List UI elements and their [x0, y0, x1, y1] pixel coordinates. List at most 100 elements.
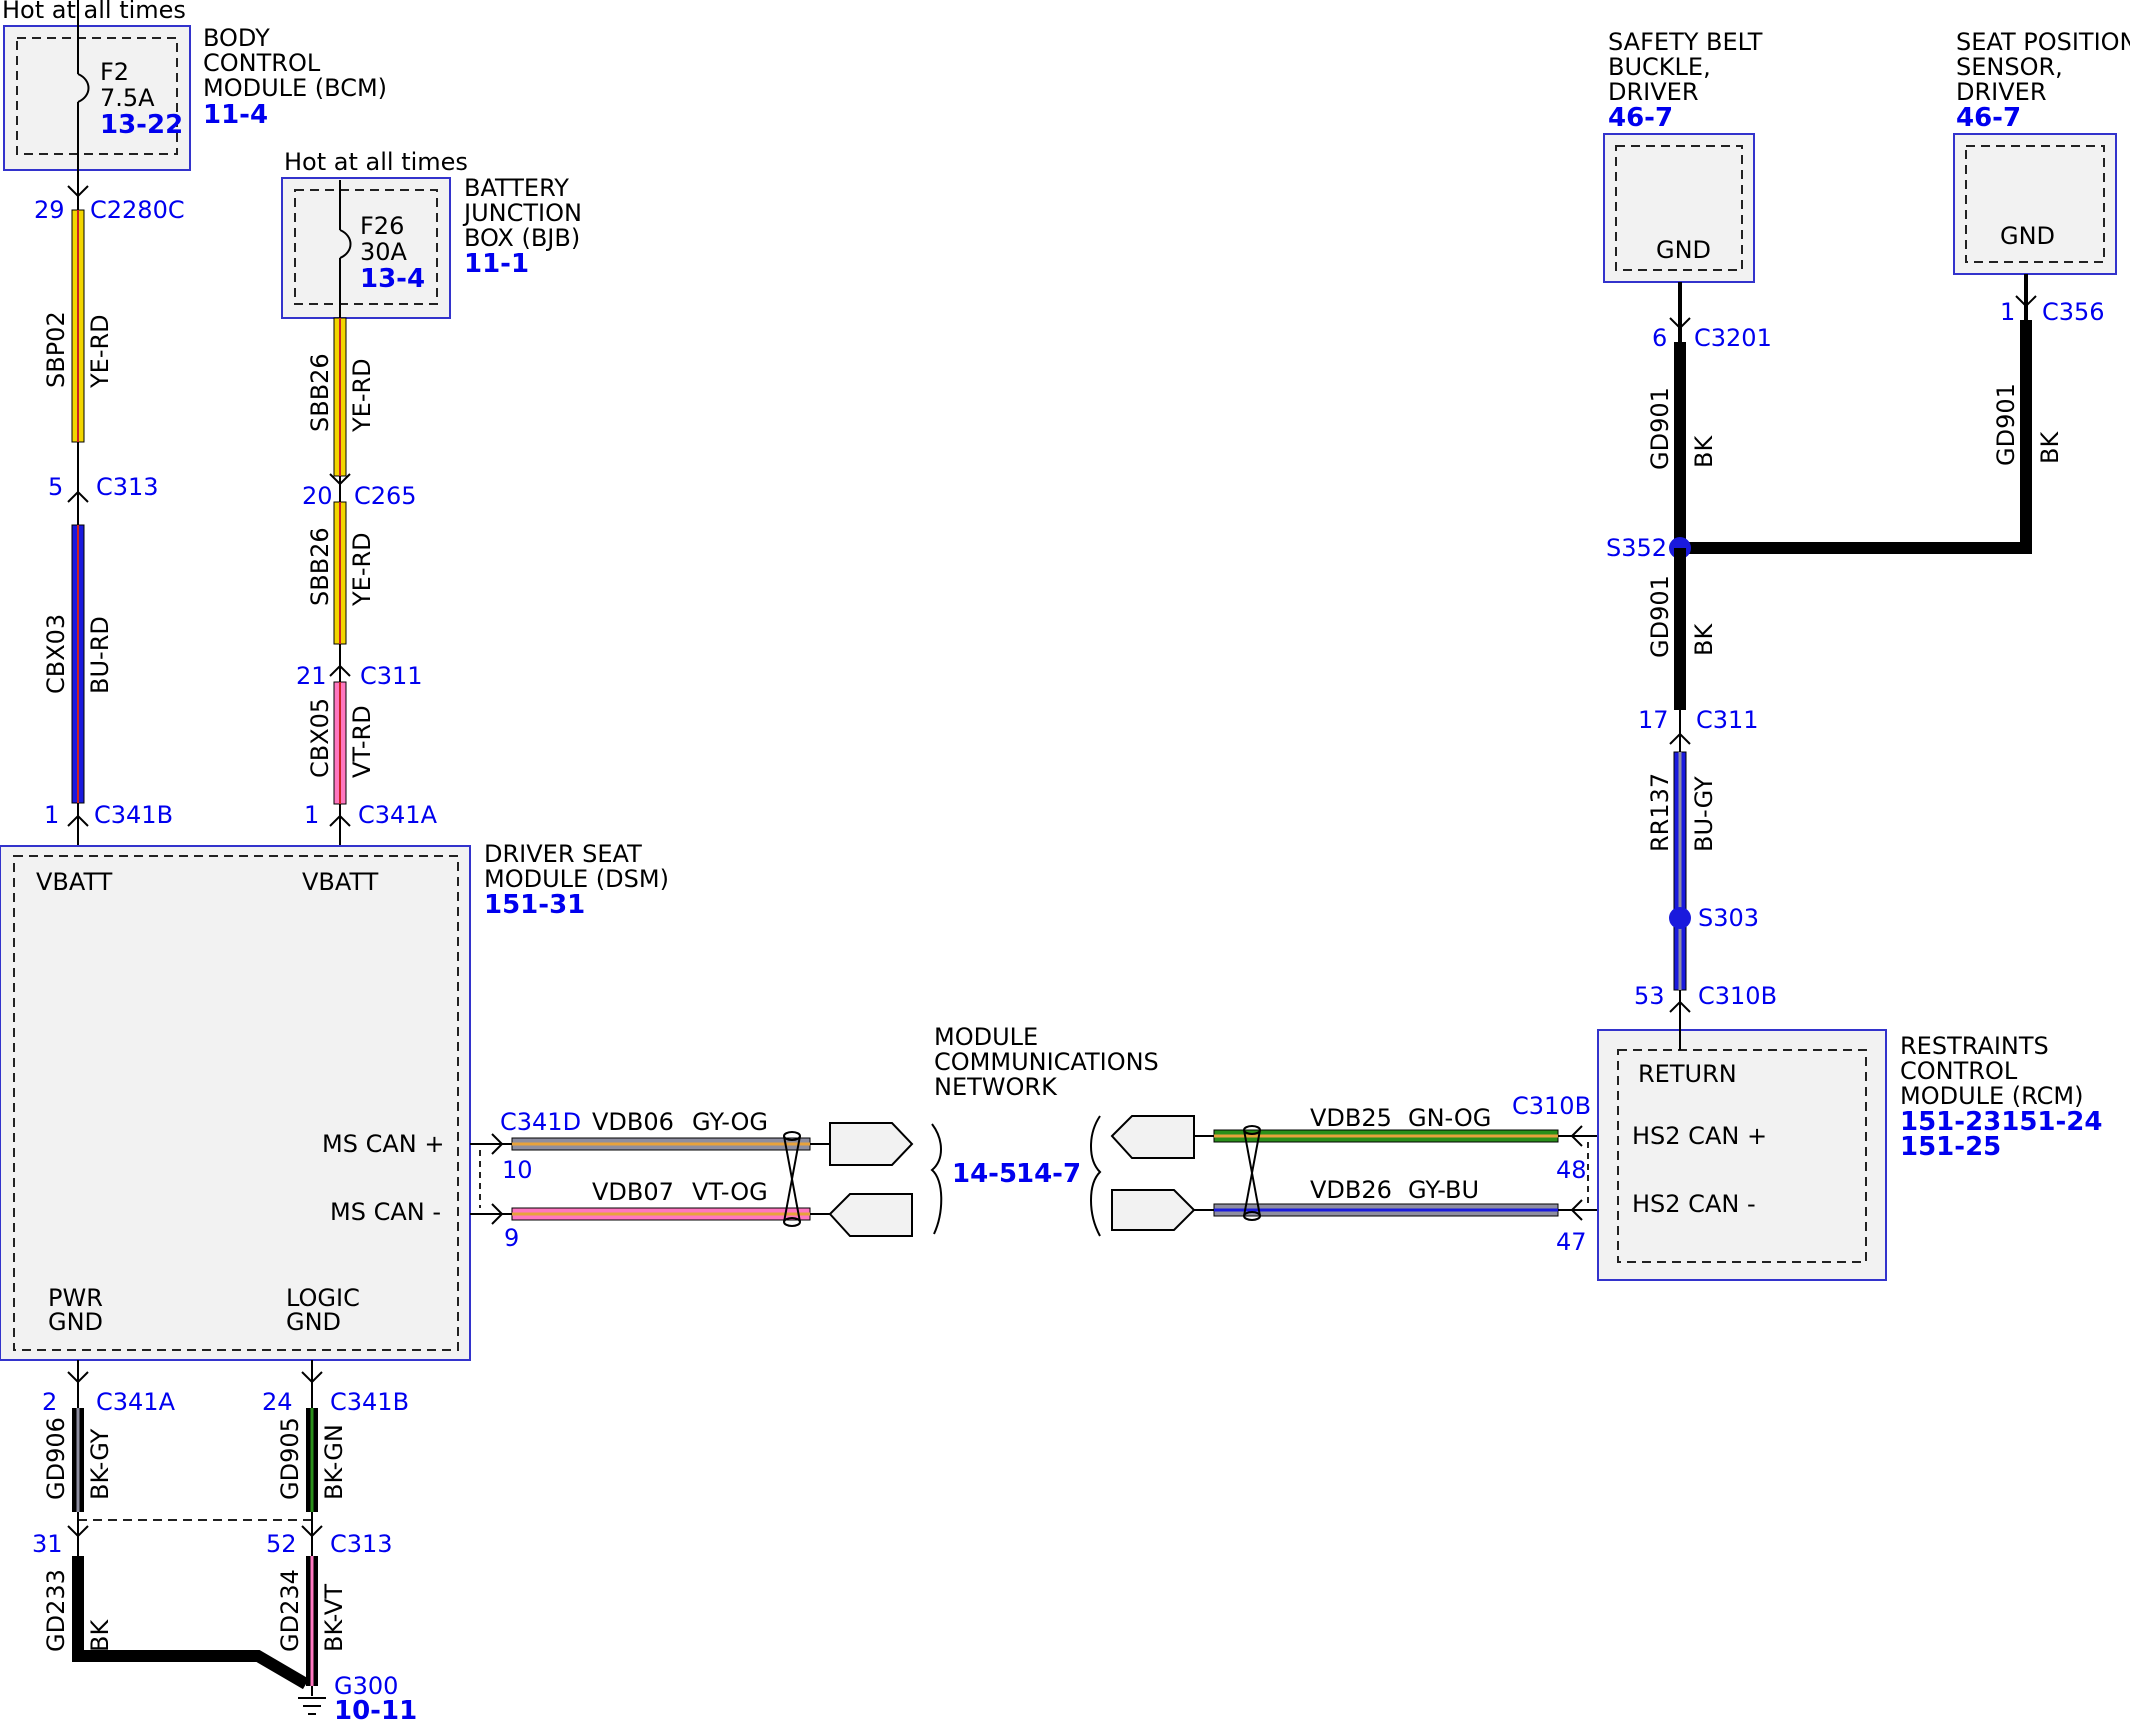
pin-number: 6 — [1652, 324, 1667, 352]
bjb-hot-label: Hot at all times — [284, 148, 468, 176]
connector-label[interactable]: C313 — [330, 1530, 393, 1558]
connector-label[interactable]: C2280C — [90, 196, 185, 224]
pin-number: 1 — [304, 801, 319, 829]
wire-label: SBB26 — [306, 353, 334, 432]
rcm-return-label: RETURN — [1638, 1060, 1737, 1088]
wire-color-label: VT-RD — [348, 705, 376, 778]
wire-color-label: BK — [1690, 435, 1718, 468]
connector-label[interactable]: C310B — [1512, 1092, 1591, 1120]
connector-label[interactable]: C341A — [96, 1388, 176, 1416]
buckle-title-3: DRIVER — [1608, 78, 1699, 106]
rcm-hs2-plus: HS2 CAN + — [1632, 1122, 1767, 1150]
network-title-3: NETWORK — [934, 1073, 1058, 1101]
dsm-vbatt-2: VBATT — [302, 868, 379, 896]
buckle-pin-label: GND — [1656, 236, 1711, 264]
connector-label[interactable]: C341B — [94, 801, 173, 829]
connector-label[interactable]: C310B — [1698, 982, 1777, 1010]
wire-vdb07 — [511, 1207, 811, 1221]
wire-color-label: BK — [1690, 623, 1718, 656]
wire-cbx03 — [71, 524, 85, 804]
wire-color-label: YE-RD — [348, 532, 376, 607]
seatpos-title-3: DRIVER — [1956, 78, 2047, 106]
wire-color-label: YE-RD — [348, 358, 376, 433]
wire-label: RR137 — [1646, 773, 1674, 852]
dsm-title-2: MODULE (DSM) — [484, 865, 669, 893]
wire-label: CBX03 — [42, 614, 70, 694]
wire-label: CBX05 — [306, 698, 334, 778]
wire-sbb26-b — [333, 501, 347, 645]
wire-color-label: GY-OG — [692, 1108, 768, 1136]
rcm-ref-2[interactable]: 151-25 — [1900, 1132, 2001, 1162]
pin-number: 24 — [262, 1388, 293, 1416]
wire-color-label: BU-GY — [1690, 776, 1718, 852]
network-title-1: MODULE — [934, 1023, 1038, 1051]
pin-number: 47 — [1556, 1228, 1587, 1256]
dsm-ms-can-plus: MS CAN + — [322, 1130, 444, 1158]
wire-color-label: BU-RD — [86, 616, 114, 694]
splice-label[interactable]: S352 — [1606, 534, 1667, 562]
rcm-title-3: MODULE (RCM) — [1900, 1082, 2083, 1110]
bjb-ref[interactable]: 11-1 — [464, 249, 529, 279]
seatpos-box — [1953, 133, 2117, 275]
pin-number: 9 — [504, 1224, 519, 1252]
offpage-connector-icon — [828, 1193, 913, 1237]
wire-color-label: BK-GN — [320, 1424, 348, 1500]
bcm-fuse-ref[interactable]: 13-22 — [100, 110, 183, 140]
connector-label[interactable]: C341D — [500, 1108, 581, 1136]
connector-label[interactable]: C341A — [358, 801, 438, 829]
pin-number: 52 — [266, 1530, 297, 1558]
bcm-fuse-rating: 7.5A — [100, 84, 155, 112]
bjb-group: Hot at all times F26 30A 13-4 BATTERY JU… — [281, 148, 582, 319]
pin-number: 1 — [44, 801, 59, 829]
pin-number: 31 — [32, 1530, 63, 1558]
wire-gd234 — [306, 1556, 318, 1686]
wire-label: VDB07 — [592, 1178, 674, 1206]
splice-label[interactable]: S303 — [1698, 904, 1759, 932]
dsm-ref[interactable]: 151-31 — [484, 890, 585, 920]
bjb-fuse-rating: 30A — [360, 238, 408, 266]
wire-color-label: GN-OG — [1408, 1104, 1491, 1132]
wire-vdb06 — [511, 1137, 811, 1151]
offpage-connector-icon — [1111, 1189, 1196, 1231]
connector-label[interactable]: C311 — [360, 662, 423, 690]
dsm-title-1: DRIVER SEAT — [484, 840, 642, 868]
wire-color-label: BK-VT — [320, 1584, 348, 1652]
bjb-fuse-name: F26 — [360, 212, 404, 240]
ground-ref[interactable]: 10-11 — [334, 1696, 417, 1720]
wire-label: GD901 — [1992, 383, 2020, 466]
dsm-group: VBATT VBATT MS CAN + MS CAN - PWR GND LO… — [0, 840, 669, 1361]
wire-color-label: VT-OG — [692, 1178, 768, 1206]
pin-number: 10 — [502, 1156, 533, 1184]
wire-gd905 — [306, 1408, 318, 1512]
seatpos-ref[interactable]: 46-7 — [1956, 103, 2021, 133]
offpage-connector-icon — [1110, 1115, 1195, 1159]
bcm-box — [3, 25, 191, 171]
connector-label[interactable]: C356 — [2042, 298, 2105, 326]
connector-label[interactable]: C313 — [96, 473, 159, 501]
connector-label[interactable]: C311 — [1696, 706, 1759, 734]
pin-number: 48 — [1556, 1156, 1587, 1184]
buckle-title-1: SAFETY BELT — [1608, 28, 1763, 56]
bjb-fuse-ref[interactable]: 13-4 — [360, 264, 425, 294]
brace-icon — [930, 1123, 943, 1235]
network-ref-2[interactable]: 14-7 — [1016, 1159, 1081, 1189]
wire-sbp02 — [71, 209, 85, 443]
wire-label: SBP02 — [42, 311, 70, 388]
pin-number: 53 — [1634, 982, 1665, 1010]
wire-label: GD234 — [276, 1569, 304, 1652]
wire-label: GD905 — [276, 1417, 304, 1500]
buckle-ref[interactable]: 46-7 — [1608, 103, 1673, 133]
rcm-title-1: RESTRAINTS — [1900, 1032, 2049, 1060]
wire-rr137 — [1673, 751, 1687, 991]
wire-label: SBB26 — [306, 527, 334, 606]
connector-label[interactable]: C3201 — [1694, 324, 1772, 352]
dsm-box — [0, 845, 471, 1361]
bjb-title-3: BOX (BJB) — [464, 224, 580, 252]
connector-label[interactable]: C265 — [354, 482, 417, 510]
bcm-ref[interactable]: 11-4 — [203, 100, 268, 130]
network-title-2: COMMUNICATIONS — [934, 1048, 1159, 1076]
connector-label[interactable]: C341B — [330, 1388, 409, 1416]
network-ref-1[interactable]: 14-5 — [952, 1159, 1017, 1189]
wire-label: GD901 — [1646, 387, 1674, 470]
wire-color-label: BK — [86, 1619, 114, 1652]
